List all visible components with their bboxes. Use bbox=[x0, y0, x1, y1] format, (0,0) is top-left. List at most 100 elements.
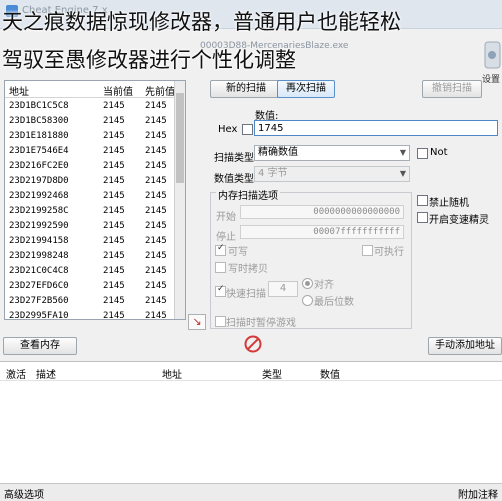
table-row[interactable]: 23D1E181880 2145 2145 bbox=[5, 129, 177, 144]
column-header-previous[interactable]: 先前值 bbox=[145, 83, 175, 98]
cell-previous: 2145 bbox=[145, 116, 167, 126]
table-row[interactable]: 23D216FC2E0 2145 2145 bbox=[5, 159, 177, 174]
value-type-label: 数值类型 bbox=[214, 174, 254, 185]
writable-checkbox[interactable] bbox=[215, 243, 226, 256]
table-row[interactable]: 23D21C0C4C8 2145 2145 bbox=[5, 264, 177, 279]
cell-previous: 2145 bbox=[145, 101, 167, 111]
hex-checkbox[interactable] bbox=[242, 124, 253, 135]
cell-address: 23D21C0C4C8 bbox=[9, 266, 69, 276]
cell-current: 2145 bbox=[103, 296, 125, 306]
fast-scan-input[interactable]: 4 bbox=[268, 281, 298, 297]
scan-type-select[interactable]: 精确数值 ▼ bbox=[254, 145, 410, 161]
table-row[interactable]: 23D27F2B560 2145 2145 bbox=[5, 294, 177, 309]
not-label: Not bbox=[430, 147, 448, 158]
align-radio[interactable] bbox=[302, 278, 313, 289]
hex-label: Hex bbox=[218, 124, 238, 135]
cell-previous: 2145 bbox=[145, 206, 167, 216]
address-list-scrollbar[interactable] bbox=[174, 81, 185, 319]
cell-address: 23D27EFD6C0 bbox=[9, 281, 69, 291]
cell-previous: 2145 bbox=[145, 281, 167, 291]
article-caption-line-2: 驾驭至愚修改器进行个性化调整 bbox=[2, 48, 296, 72]
column-header-active[interactable]: 激活 bbox=[6, 366, 26, 381]
cell-address: 23D21998248 bbox=[9, 251, 69, 261]
stop-icon[interactable] bbox=[244, 335, 262, 353]
not-checkbox[interactable] bbox=[417, 148, 428, 159]
table-row[interactable]: 23D27EFD6C0 2145 2145 bbox=[5, 279, 177, 294]
add-notes-link[interactable]: 附加注释 bbox=[458, 486, 498, 501]
table-row[interactable]: 23D21992468 2145 2145 bbox=[5, 189, 177, 204]
table-row[interactable]: 23D21994158 2145 2145 bbox=[5, 234, 177, 249]
cell-current: 2145 bbox=[103, 311, 125, 320]
table-row[interactable]: 23D21992590 2145 2145 bbox=[5, 219, 177, 234]
column-header-type[interactable]: 类型 bbox=[262, 366, 282, 381]
chevron-down-icon: ▼ bbox=[399, 148, 406, 157]
advanced-options-link[interactable]: 高级选项 bbox=[4, 486, 44, 501]
copy-on-write-checkbox[interactable] bbox=[215, 262, 226, 273]
table-row[interactable]: 23D2995FA10 2145 2145 bbox=[5, 309, 177, 320]
executable-checkbox[interactable] bbox=[362, 245, 373, 256]
cell-previous: 2145 bbox=[145, 296, 167, 306]
cell-previous: 2145 bbox=[145, 236, 167, 246]
table-row[interactable]: 23D2197D8D0 2145 2145 bbox=[5, 174, 177, 189]
fast-scan-checkbox[interactable] bbox=[215, 284, 226, 297]
address-rows: 23D1BC1C5C8 2145 2145 23D1BC58300 2145 2145 23… bbox=[5, 99, 177, 320]
table-row[interactable]: 23D1BC1C5C8 2145 2145 bbox=[5, 99, 177, 114]
no-random-checkbox[interactable] bbox=[417, 195, 428, 206]
stop-label: 停止 bbox=[216, 232, 236, 243]
cell-address: 23D27F2B560 bbox=[9, 296, 69, 306]
cell-address: 23D1BC58300 bbox=[9, 116, 69, 126]
copy-on-write-label: 写时拷贝 bbox=[228, 264, 268, 275]
writable-label: 可写 bbox=[228, 247, 248, 258]
stop-address-field[interactable]: 00007fffffffffff bbox=[240, 225, 404, 239]
table-row[interactable]: 23D1E7546E4 2145 2145 bbox=[5, 144, 177, 159]
scrollbar-thumb[interactable] bbox=[176, 93, 184, 183]
column-header-value[interactable]: 数值 bbox=[320, 366, 340, 381]
cell-previous: 2145 bbox=[145, 161, 167, 171]
speedhack-label: 开启变速精灵 bbox=[429, 215, 489, 226]
value-type-select[interactable]: 4 字节 ▼ bbox=[254, 166, 410, 182]
settings-label[interactable]: 设置 bbox=[482, 72, 500, 85]
cell-address: 23D2197D8D0 bbox=[9, 176, 69, 186]
add-to-table-arrow-icon[interactable]: ↘ bbox=[188, 314, 206, 330]
status-bar bbox=[0, 483, 502, 501]
cell-previous: 2145 bbox=[145, 191, 167, 201]
scan-type-value: 精确数值 bbox=[258, 147, 298, 158]
cell-address: 23D2199258C bbox=[9, 206, 69, 216]
cell-current: 2145 bbox=[103, 266, 125, 276]
pause-game-checkbox[interactable] bbox=[215, 316, 226, 327]
cell-address: 23D216FC2E0 bbox=[9, 161, 69, 171]
article-caption-line-1: 天之痕数据惊现修改器，普通用户也能轻松 bbox=[2, 10, 401, 34]
executable-label: 可执行 bbox=[374, 247, 404, 258]
cell-current: 2145 bbox=[103, 176, 125, 186]
last-digits-radio[interactable] bbox=[302, 295, 313, 306]
table-row[interactable]: 23D1BC58300 2145 2145 bbox=[5, 114, 177, 129]
chevron-down-icon: ▼ bbox=[399, 169, 406, 178]
column-header-current[interactable]: 当前值 bbox=[103, 83, 133, 98]
found-address-list[interactable]: 地址 当前值 先前值 23D1BC1C5C8 2145 2145 23D1BC5830… bbox=[4, 80, 186, 320]
table-row[interactable]: 23D21998248 2145 2145 bbox=[5, 249, 177, 264]
scan-type-label: 扫描类型 bbox=[214, 153, 254, 164]
table-header-divider bbox=[0, 380, 502, 381]
address-list-header: 地址 当前值 先前值 bbox=[5, 81, 175, 98]
undo-scan-button[interactable]: 撤销扫描 bbox=[422, 80, 482, 98]
cell-address: 23D21992590 bbox=[9, 221, 69, 231]
start-address-field[interactable]: 0000000000000000 bbox=[240, 205, 404, 219]
start-label: 开始 bbox=[216, 212, 236, 223]
column-header-address[interactable]: 地址 bbox=[9, 83, 29, 98]
no-random-label: 禁止随机 bbox=[429, 198, 469, 209]
pause-game-label: 扫描时暂停游戏 bbox=[226, 318, 296, 329]
cheat-table[interactable]: 激活 描述 地址 类型 数值 bbox=[0, 361, 502, 484]
column-header-address[interactable]: 地址 bbox=[162, 366, 182, 381]
cell-current: 2145 bbox=[103, 206, 125, 216]
speedhack-checkbox[interactable] bbox=[417, 212, 428, 223]
table-row[interactable]: 23D2199258C 2145 2145 bbox=[5, 204, 177, 219]
column-header-description[interactable]: 描述 bbox=[36, 366, 56, 381]
manual-add-address-button[interactable]: 手动添加地址 bbox=[428, 337, 502, 355]
last-digits-label: 最后位数 bbox=[314, 297, 354, 308]
cell-previous: 2145 bbox=[145, 176, 167, 186]
next-scan-button[interactable]: 再次扫描 bbox=[277, 80, 335, 98]
cell-current: 2145 bbox=[103, 101, 125, 111]
view-memory-button[interactable]: 查看内存 bbox=[3, 337, 77, 355]
value-input[interactable]: 1745 bbox=[254, 120, 498, 136]
new-scan-button[interactable]: 新的扫描 bbox=[210, 80, 282, 98]
